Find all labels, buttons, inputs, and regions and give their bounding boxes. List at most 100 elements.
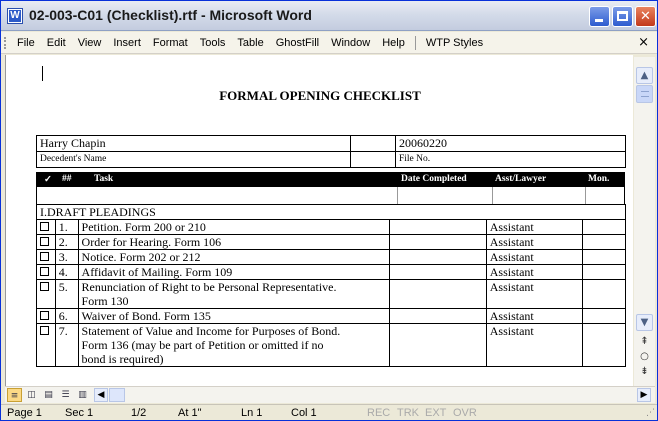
word-window: W 02-003-C01 (Checklist).rtf - Microsoft…	[0, 0, 658, 421]
checkbox-icon[interactable]	[40, 237, 49, 246]
task-date-cell[interactable]	[389, 308, 487, 324]
web-layout-view-icon[interactable]: ◫	[24, 388, 39, 402]
header-spacer-cell-2	[350, 151, 396, 168]
document-close-icon[interactable]: ×	[638, 35, 649, 50]
task-assignee: Assistant	[485, 308, 584, 324]
table-row: 6. Waiver of Bond. Form 135 Assistant	[36, 308, 626, 324]
maximize-button[interactable]	[612, 6, 633, 27]
word-document-icon[interactable]: W	[7, 8, 23, 24]
task-description-line: bond is required)	[81, 352, 164, 366]
status-trk[interactable]: TRK	[397, 407, 419, 419]
status-page-count: 1/2	[131, 407, 147, 419]
task-column-header: Task	[94, 174, 114, 184]
task-description: Order for Hearing. Form 106	[77, 234, 391, 250]
vertical-scrollbar[interactable]: ▲ ▼ ⇞ ○ ⇟	[634, 57, 655, 386]
select-browse-object-icon[interactable]: ○	[636, 350, 653, 364]
close-icon: ✕	[640, 9, 651, 24]
task-checkbox-cell[interactable]	[36, 279, 56, 309]
status-at: At 1"	[178, 407, 202, 419]
menu-table[interactable]: Table	[231, 37, 269, 49]
status-ovr[interactable]: OVR	[453, 407, 477, 419]
outline-view-icon[interactable]: ☰	[58, 388, 73, 402]
task-mon-cell[interactable]	[582, 234, 626, 250]
task-assignee: Assistant	[485, 264, 584, 280]
task-checkbox-cell[interactable]	[36, 308, 56, 324]
asst-column-header: Asst/Lawyer	[495, 174, 547, 184]
header-spacer-cell[interactable]	[350, 135, 396, 152]
previous-page-icon[interactable]: ⇞	[636, 335, 653, 349]
task-mon-cell[interactable]	[582, 279, 626, 309]
horizontal-scroll-thumb[interactable]	[109, 388, 125, 402]
menu-help[interactable]: Help	[376, 37, 411, 49]
scroll-up-icon[interactable]: ▲	[636, 67, 653, 84]
task-number: 1.	[54, 219, 79, 235]
task-assignee: Assistant	[485, 234, 584, 250]
status-section: Sec 1	[65, 407, 94, 419]
task-description: Statement of Value and Income for Purpos…	[77, 323, 391, 367]
document-area[interactable]: FORMAL OPENING CHECKLIST Harry Chapin 20…	[5, 55, 633, 386]
title-bar[interactable]: W 02-003-C01 (Checklist).rtf - Microsoft…	[1, 1, 657, 31]
print-layout-view-icon[interactable]: ▤	[41, 388, 56, 402]
table-row: 4. Affidavit of Mailing. Form 109 Assist…	[36, 264, 626, 280]
checkbox-icon[interactable]	[40, 267, 49, 276]
task-description: Petition. Form 200 or 210	[77, 219, 391, 235]
task-date-cell[interactable]	[389, 264, 487, 280]
close-button[interactable]: ✕	[635, 6, 656, 27]
task-description: Notice. Form 202 or 212	[77, 249, 391, 265]
normal-view-icon[interactable]: ≡	[7, 388, 22, 402]
check-column-header: ✓	[44, 175, 52, 185]
task-checkbox-cell[interactable]	[36, 249, 56, 265]
minimize-button[interactable]	[589, 6, 610, 27]
task-assignee: Assistant	[485, 219, 584, 235]
scroll-left-icon[interactable]: ◀	[94, 388, 108, 402]
scroll-thumb[interactable]	[636, 85, 653, 103]
menu-format[interactable]: Format	[147, 37, 194, 49]
task-date-cell[interactable]	[389, 234, 487, 250]
gridline	[397, 187, 398, 204]
menu-wtp-styles[interactable]: WTP Styles	[420, 37, 489, 49]
task-assignee: Assistant	[485, 323, 584, 367]
menu-file[interactable]: File	[11, 37, 41, 49]
menu-tools[interactable]: Tools	[194, 37, 232, 49]
menu-insert[interactable]: Insert	[107, 37, 147, 49]
status-line: Ln 1	[241, 407, 263, 419]
checkbox-icon[interactable]	[40, 222, 49, 231]
task-mon-cell[interactable]	[582, 308, 626, 324]
checkbox-icon[interactable]	[40, 326, 49, 335]
task-description-line: Form 136 (may be part of Petition or omi…	[81, 338, 324, 352]
status-ext[interactable]: EXT	[425, 407, 446, 419]
task-date-cell[interactable]	[389, 249, 487, 265]
menu-view[interactable]: View	[72, 37, 108, 49]
status-rec[interactable]: REC	[367, 407, 390, 419]
task-checkbox-cell[interactable]	[36, 234, 56, 250]
menu-window[interactable]: Window	[325, 37, 376, 49]
status-page: Page 1	[7, 407, 42, 419]
checkbox-icon[interactable]	[40, 282, 49, 291]
text-cursor	[42, 66, 43, 81]
decedent-name-value[interactable]: Harry Chapin	[36, 135, 351, 152]
task-mon-cell[interactable]	[582, 323, 626, 367]
task-date-cell[interactable]	[389, 279, 487, 309]
scroll-right-icon[interactable]: ▶	[637, 388, 651, 402]
menu-ghostfill[interactable]: GhostFill	[270, 37, 325, 49]
scroll-down-icon[interactable]: ▼	[636, 314, 653, 331]
task-mon-cell[interactable]	[582, 249, 626, 265]
task-assignee: Assistant	[485, 249, 584, 265]
task-date-cell[interactable]	[389, 323, 487, 367]
task-mon-cell[interactable]	[582, 264, 626, 280]
task-checkbox-cell[interactable]	[36, 219, 56, 235]
task-date-cell[interactable]	[389, 219, 487, 235]
reading-layout-view-icon[interactable]: ▥	[75, 388, 90, 402]
menu-grip-handle[interactable]	[4, 37, 6, 49]
checkbox-icon[interactable]	[40, 252, 49, 261]
resize-grip-icon[interactable]: ⋰	[646, 408, 655, 418]
file-no-value[interactable]: 20060220	[395, 135, 626, 152]
checkbox-icon[interactable]	[40, 311, 49, 320]
task-mon-cell[interactable]	[582, 219, 626, 235]
menu-edit[interactable]: Edit	[41, 37, 72, 49]
next-page-icon[interactable]: ⇟	[636, 365, 653, 379]
task-checkbox-cell[interactable]	[36, 264, 56, 280]
menu-separator	[414, 36, 416, 50]
minimize-icon	[595, 19, 603, 22]
task-checkbox-cell[interactable]	[36, 323, 56, 367]
